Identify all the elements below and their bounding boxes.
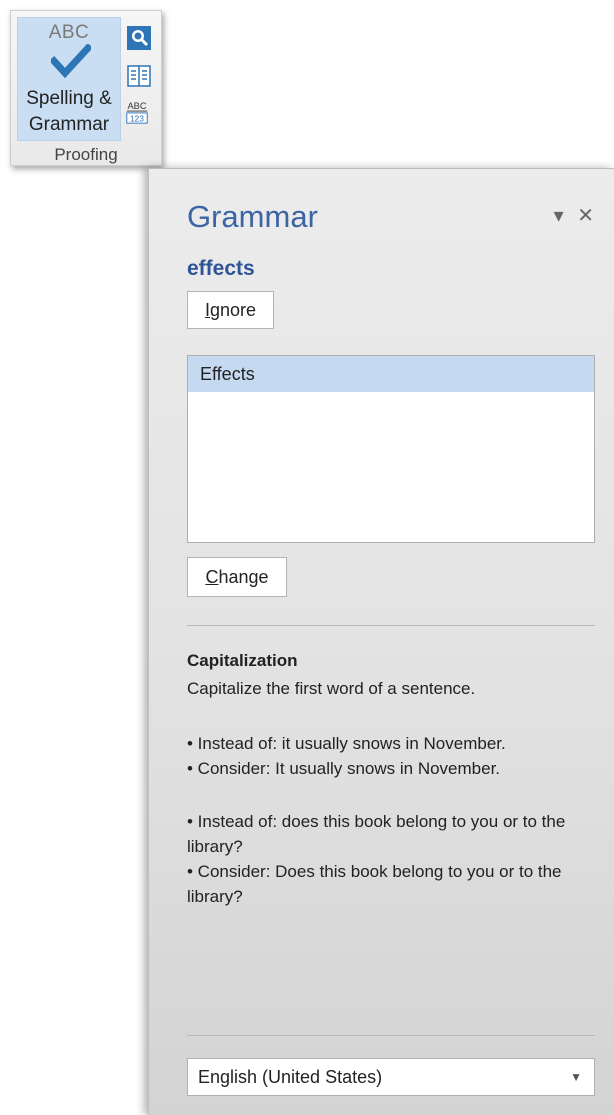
flagged-word: effects [187,257,255,280]
pane-title: Grammar [187,199,318,234]
chevron-down-icon: ▼ [570,1070,582,1084]
change-label-rest: hange [218,567,269,587]
spelling-grammar-button[interactable]: ABC Spelling & Grammar [17,17,121,141]
example-line: • Instead of: does this book belong to y… [187,812,566,856]
spelling-grammar-label-line1: Spelling & [26,88,112,109]
divider [187,1035,595,1036]
change-accelerator: C [205,567,219,587]
grammar-task-pane: Grammar ▾ ✕ effects Ignore Effects Chang… [148,168,614,1115]
proofing-group-label: Proofing [54,145,118,164]
ignore-button[interactable]: Ignore [187,291,274,329]
change-button[interactable]: Change [187,557,287,597]
example-line: • Consider: It usually snows in November… [187,759,501,778]
spelling-grammar-label-line2: Grammar [28,114,110,135]
suggestions-list[interactable]: Effects [187,355,595,543]
word-count-icon-top-text: ABC [127,101,146,111]
research-icon[interactable] [126,25,152,51]
word-count-icon[interactable]: ABC 123 [124,99,150,125]
example-line: • Instead of: it usually snows in Novemb… [187,734,506,753]
divider [187,625,595,626]
ignore-label-rest: gnore [209,300,257,320]
pane-options-dropdown-icon[interactable]: ▾ [554,203,564,228]
language-dropdown[interactable]: English (United States) ▼ [187,1058,595,1096]
rule-title: Capitalization [187,651,298,670]
rule-description: Capitalize the first word of a sentence. [187,679,476,698]
suggestion-item[interactable]: Effects [188,356,594,392]
example-line: • Consider: Does this book belong to you… [187,862,562,906]
screenshot-stage: ABC Spelling & Grammar ABC 123 Proofing … [0,0,614,1115]
close-icon[interactable]: ✕ [577,203,594,228]
rule-examples: • Instead of: it usually snows in Novemb… [187,731,597,909]
pane-controls: ▾ ✕ [546,203,594,228]
thesaurus-icon[interactable] [126,63,152,89]
word-count-icon-bottom-text: 123 [130,113,144,123]
spelling-abc-text: ABC [48,22,90,43]
language-value: English (United States) [198,1067,383,1087]
proofing-ribbon-group: ABC Spelling & Grammar ABC 123 Proofing [10,10,162,166]
checkmark-icon [51,44,91,78]
